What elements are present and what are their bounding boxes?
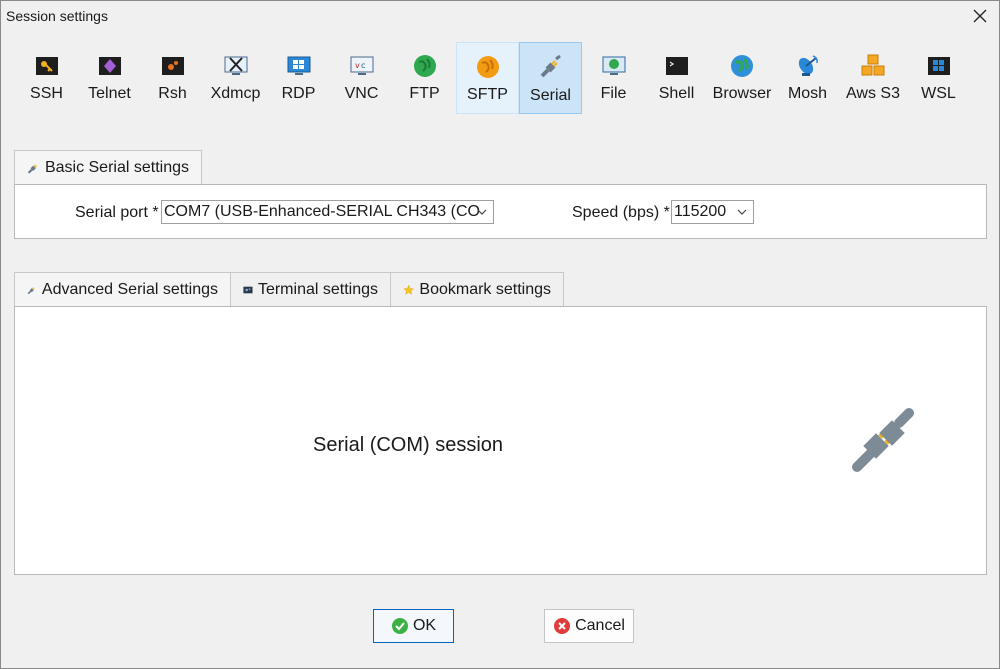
session-type-toolbar: SSH Telnet Rsh Xdmcp RDP vc VNC FTP SFTP <box>15 42 970 114</box>
session-type-telnet[interactable]: Telnet <box>78 42 141 114</box>
chevron-down-icon <box>737 209 747 215</box>
serial-port-value: COM7 (USB-Enhanced-SERIAL CH343 (CO <box>164 203 480 220</box>
svg-text:c: c <box>361 61 365 70</box>
speed-select[interactable]: 115200 <box>671 200 754 224</box>
session-type-label: Mosh <box>787 85 828 102</box>
session-type-label: FTP <box>409 85 440 102</box>
serial-plug-icon <box>540 55 561 78</box>
file-monitor-icon <box>602 56 625 75</box>
session-type-label: Serial <box>530 87 571 104</box>
plug-icon <box>27 286 35 294</box>
speed-value: 115200 <box>674 203 727 220</box>
session-type-label: VNC <box>344 85 379 102</box>
rdp-icon <box>287 56 310 75</box>
sftp-globe-icon <box>476 56 499 78</box>
session-type-rsh[interactable]: Rsh <box>141 42 204 114</box>
ok-button[interactable]: OK <box>373 609 454 643</box>
terminal-settings-icon <box>243 286 253 293</box>
session-type-label: Aws S3 <box>846 85 900 102</box>
session-type-label: SFTP <box>467 86 508 103</box>
aws-cubes-icon <box>861 54 885 76</box>
session-type-label: SSH <box>30 85 63 102</box>
tab-advanced-serial-settings[interactable]: Advanced Serial settings <box>14 272 231 306</box>
serial-port-label: Serial port * <box>75 204 159 221</box>
windows-logo-icon <box>927 57 950 75</box>
session-type-shell[interactable]: Shell <box>645 42 708 114</box>
ok-label: OK <box>412 617 437 634</box>
session-type-sftp[interactable]: SFTP <box>456 42 519 114</box>
session-type-description: Serial (COM) session <box>313 434 504 456</box>
session-type-label: Shell <box>658 85 695 102</box>
window-title: Session settings <box>6 8 108 24</box>
tab-basic-serial-settings[interactable]: Basic Serial settings <box>14 150 202 184</box>
session-type-label: Browser <box>712 85 772 102</box>
vnc-icon: vc <box>350 56 373 75</box>
svg-text:v: v <box>355 61 360 70</box>
check-circle-icon <box>391 618 408 634</box>
session-type-aws-s3[interactable]: Aws S3 <box>839 42 907 114</box>
key-icon <box>35 57 58 75</box>
tab-terminal-settings[interactable]: Terminal settings <box>230 272 391 306</box>
tab-label: Terminal settings <box>257 280 378 298</box>
mosh-satellite-icon <box>798 55 818 76</box>
tab-label: Advanced Serial settings <box>41 280 218 298</box>
serial-plug-icon <box>852 408 914 472</box>
session-type-xdmcp[interactable]: Xdmcp <box>204 42 267 114</box>
chevron-down-icon <box>477 209 487 215</box>
session-type-label: File <box>600 85 627 102</box>
session-type-vnc[interactable]: vc VNC <box>330 42 393 114</box>
session-type-serial[interactable]: Serial <box>519 42 582 114</box>
cancel-button[interactable]: Cancel <box>544 609 634 643</box>
session-type-label: Xdmcp <box>210 85 261 102</box>
cancel-label: Cancel <box>575 617 625 634</box>
session-type-browser[interactable]: Browser <box>708 42 776 114</box>
plug-icon <box>27 163 38 174</box>
shell-terminal-icon <box>665 57 688 75</box>
session-settings-window: Session settings SSH Telnet Rsh Xdmcp RD… <box>0 0 1000 669</box>
session-type-ssh[interactable]: SSH <box>15 42 78 114</box>
session-type-file[interactable]: File <box>582 42 645 114</box>
session-type-label: Rsh <box>158 85 187 102</box>
rsh-icon <box>161 57 184 75</box>
close-button[interactable] <box>967 4 993 28</box>
star-icon <box>403 284 415 295</box>
close-icon <box>973 9 987 23</box>
telnet-icon <box>98 57 121 75</box>
title-bar: Session settings <box>1 1 999 31</box>
serial-port-select[interactable]: COM7 (USB-Enhanced-SERIAL CH343 (CO <box>161 200 494 224</box>
tab-label: Basic Serial settings <box>44 158 189 176</box>
session-type-label: Telnet <box>88 85 131 102</box>
tab-bookmark-settings[interactable]: Bookmark settings <box>390 272 564 306</box>
session-type-rdp[interactable]: RDP <box>267 42 330 114</box>
ftp-globe-icon <box>413 55 436 77</box>
xdmcp-icon <box>224 56 247 75</box>
session-type-label: RDP <box>281 85 316 102</box>
speed-label: Speed (bps) * <box>572 204 670 221</box>
cancel-circle-icon <box>554 618 571 634</box>
session-type-ftp[interactable]: FTP <box>393 42 456 114</box>
tab-label: Bookmark settings <box>419 280 551 298</box>
session-type-label: WSL <box>921 85 956 102</box>
browser-globe-icon <box>731 55 753 77</box>
basic-settings-panel: Serial port * COM7 (USB-Enhanced-SERIAL … <box>14 184 987 239</box>
session-type-wsl[interactable]: WSL <box>907 42 970 114</box>
session-type-mosh[interactable]: Mosh <box>776 42 839 114</box>
